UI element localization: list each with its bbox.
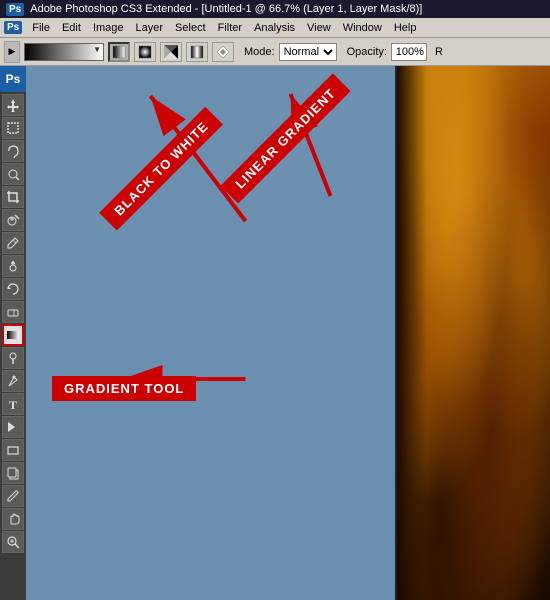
diamond-gradient-btn[interactable]	[212, 42, 234, 62]
menu-filter[interactable]: Filter	[212, 20, 248, 36]
tool-type[interactable]: T	[2, 393, 24, 415]
reverse-label: R	[435, 46, 443, 58]
svg-text:T: T	[9, 398, 17, 411]
gradient-tool-label-row: GRADIENT TOOL	[52, 376, 196, 401]
title-text: Adobe Photoshop CS3 Extended - [Untitled…	[30, 3, 422, 15]
tool-zoom[interactable]	[2, 531, 24, 553]
tool-marquee[interactable]	[2, 117, 24, 139]
tool-move[interactable]	[2, 94, 24, 116]
tool-magic-wand[interactable]	[2, 163, 24, 185]
tool-hand[interactable]	[2, 508, 24, 530]
tool-lasso[interactable]	[2, 140, 24, 162]
gradient-tool-label: GRADIENT TOOL	[52, 376, 196, 401]
title-bar: Ps Adobe Photoshop CS3 Extended - [Untit…	[0, 0, 550, 18]
tool-eyedropper[interactable]	[2, 485, 24, 507]
ps-icon-bar: Ps	[0, 66, 26, 92]
radial-gradient-btn[interactable]	[134, 42, 156, 62]
gradient-picker[interactable]	[24, 43, 104, 61]
toolbar: T	[0, 92, 26, 600]
tool-brush[interactable]	[2, 232, 24, 254]
mode-label: Mode:	[244, 46, 275, 58]
mode-select[interactable]: Normal	[279, 43, 337, 61]
tool-eraser[interactable]	[2, 301, 24, 323]
options-arrow[interactable]: ▶	[4, 41, 20, 63]
angle-gradient-btn[interactable]	[160, 42, 182, 62]
tool-healing[interactable]	[2, 209, 24, 231]
ps-logo: Ps	[6, 3, 24, 16]
photo-texture	[395, 66, 550, 600]
canvas-blue-area	[26, 66, 395, 600]
menu-analysis[interactable]: Analysis	[248, 20, 301, 36]
tool-history[interactable]	[2, 278, 24, 300]
ps-sidebar-logo: Ps	[6, 72, 21, 86]
canvas-area[interactable]: BLACK TO WHITE LINEAR GRADIENT GRADIENT …	[26, 66, 550, 600]
opacity-input[interactable]	[391, 43, 427, 61]
menu-file[interactable]: File	[26, 20, 56, 36]
menu-bar: Ps File Edit Image Layer Select Filter A…	[0, 18, 550, 38]
menu-window[interactable]: Window	[337, 20, 388, 36]
opacity-label: Opacity:	[347, 46, 387, 58]
tool-shape[interactable]	[2, 439, 24, 461]
options-bar: ▶ Mode: Normal Opacity: R	[0, 38, 550, 66]
menu-layer[interactable]: Layer	[130, 20, 170, 36]
tool-notes[interactable]	[2, 462, 24, 484]
menu-image[interactable]: Image	[87, 20, 130, 36]
menu-view[interactable]: View	[301, 20, 337, 36]
menu-help[interactable]: Help	[388, 20, 423, 36]
reflected-gradient-btn[interactable]	[186, 42, 208, 62]
tool-path-selection[interactable]	[2, 416, 24, 438]
tool-clone[interactable]	[2, 255, 24, 277]
left-panel: Ps	[0, 66, 26, 600]
main-area: Ps	[0, 66, 550, 600]
tool-pen[interactable]	[2, 370, 24, 392]
linear-gradient-btn[interactable]	[108, 42, 130, 62]
tool-dodge[interactable]	[2, 347, 24, 369]
tool-crop[interactable]	[2, 186, 24, 208]
menu-ps-logo: Ps	[4, 21, 22, 34]
menu-edit[interactable]: Edit	[56, 20, 87, 36]
menu-select[interactable]: Select	[169, 20, 212, 36]
tool-gradient[interactable]	[2, 324, 24, 346]
